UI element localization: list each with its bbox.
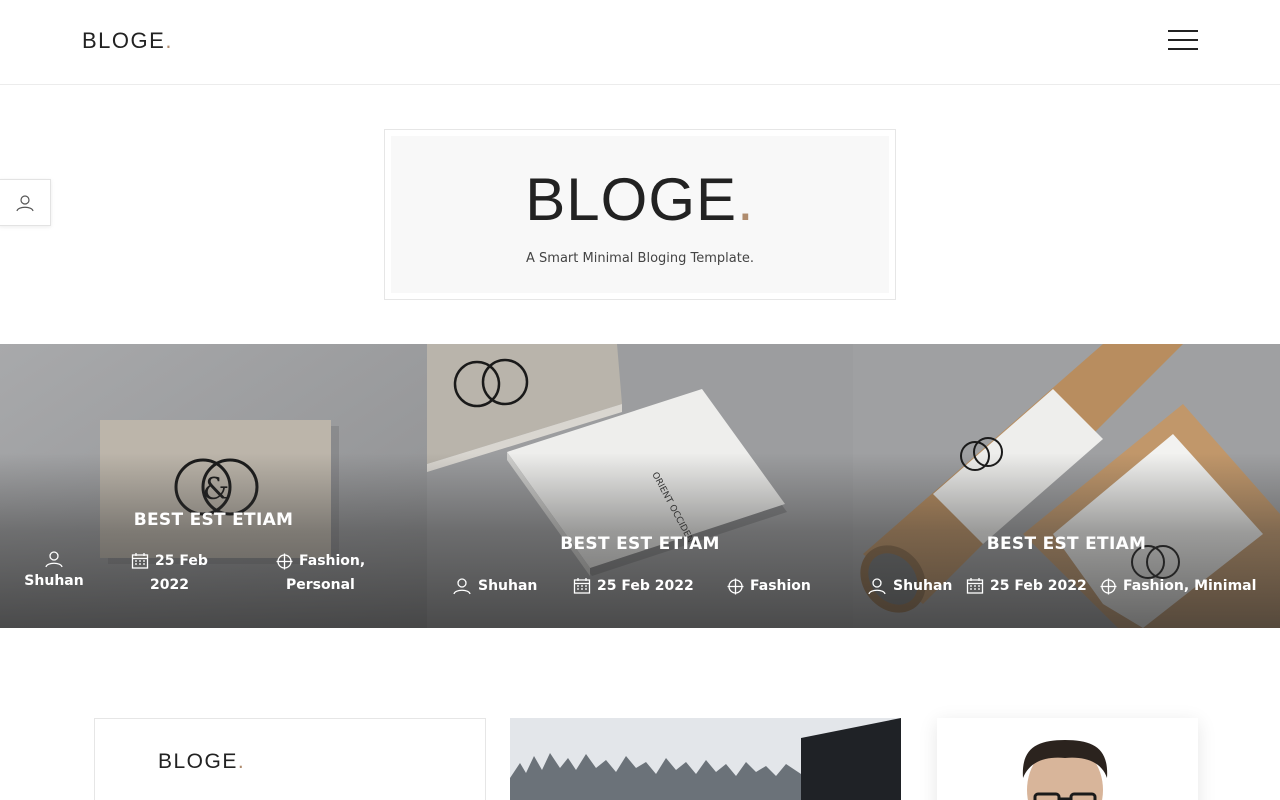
about-card: BLOGE.: [94, 718, 486, 800]
hero-box: BLOGE. A Smart Minimal Bloging Template.: [384, 129, 896, 300]
hero-title-dot: .: [737, 166, 755, 233]
hero-title-text: BLOGE: [525, 166, 738, 233]
calendar-icon: [573, 578, 591, 594]
site-logo-dot: .: [165, 28, 173, 53]
post-date-line1: 25 Feb: [155, 553, 208, 569]
crosshair-icon: [1100, 578, 1117, 594]
post-author[interactable]: Shuhan: [20, 549, 88, 593]
slide-shade: [0, 453, 427, 628]
post-category-text: Fashion: [750, 578, 811, 594]
user-panel-toggle[interactable]: [0, 179, 51, 226]
featured-post-1[interactable]: & BEST EST ETIAM Shuhan 25 Feb 2022 Fash…: [0, 344, 427, 628]
hero-inner: BLOGE. A Smart Minimal Bloging Template.: [391, 136, 889, 293]
about-card-logo-dot: .: [237, 750, 246, 773]
featured-post-3[interactable]: BEST EST ETIAM Shuhan 25 Feb 2022 Fashio…: [853, 344, 1280, 628]
post-category[interactable]: Fashion, Minimal: [1100, 574, 1256, 598]
post-category-line1: Fashion,: [299, 553, 366, 569]
user-icon: [45, 551, 63, 568]
user-icon: [453, 578, 471, 595]
featured-slider: & BEST EST ETIAM Shuhan 25 Feb 2022 Fash…: [0, 344, 1280, 628]
post-date: 25 Feb 2022: [131, 549, 241, 597]
author-avatar: [1022, 740, 1108, 800]
post-title[interactable]: BEST EST ETIAM: [427, 534, 853, 554]
user-icon: [16, 194, 34, 211]
post-category[interactable]: Fashion, Personal: [276, 549, 406, 597]
post-author-name: Shuhan: [24, 573, 84, 589]
post-category-text: Fashion, Minimal: [1123, 578, 1257, 594]
post-date: 25 Feb 2022: [966, 574, 1087, 598]
post-card-image[interactable]: [510, 718, 901, 800]
hero-title: BLOGE.: [391, 170, 889, 230]
calendar-icon: [966, 578, 984, 594]
calendar-icon: [131, 553, 149, 569]
post-category-line2: Personal: [286, 577, 355, 593]
crosshair-icon: [276, 553, 293, 569]
post-author-name: Shuhan: [893, 578, 953, 594]
site-logo-text: BLOGE: [82, 28, 166, 53]
user-icon: [868, 578, 886, 595]
hero-tagline: A Smart Minimal Bloging Template.: [526, 251, 754, 266]
hamburger-menu-icon[interactable]: [1168, 30, 1198, 50]
about-card-logo: BLOGE.: [158, 750, 245, 774]
post-author[interactable]: Shuhan: [452, 574, 537, 598]
site-header: BLOGE.: [0, 0, 1280, 85]
author-card: [937, 718, 1198, 800]
post-category[interactable]: Fashion: [727, 574, 811, 598]
post-author-name: Shuhan: [478, 578, 538, 594]
post-date-text: 25 Feb 2022: [990, 578, 1087, 594]
winter-forest-image: [510, 718, 901, 800]
post-author[interactable]: Shuhan: [867, 574, 952, 598]
post-date-text: 25 Feb 2022: [597, 578, 694, 594]
post-date-line2: 2022: [150, 577, 189, 593]
post-date: 25 Feb 2022: [573, 574, 694, 598]
featured-post-2[interactable]: ORIENT OCCIDENT BEST EST ETIAM Shuhan 25…: [427, 344, 853, 628]
about-card-logo-text: BLOGE: [158, 750, 238, 773]
site-logo[interactable]: BLOGE.: [82, 28, 173, 54]
post-title[interactable]: BEST EST ETIAM: [0, 510, 427, 530]
crosshair-icon: [727, 578, 744, 594]
post-title[interactable]: BEST EST ETIAM: [853, 534, 1280, 554]
